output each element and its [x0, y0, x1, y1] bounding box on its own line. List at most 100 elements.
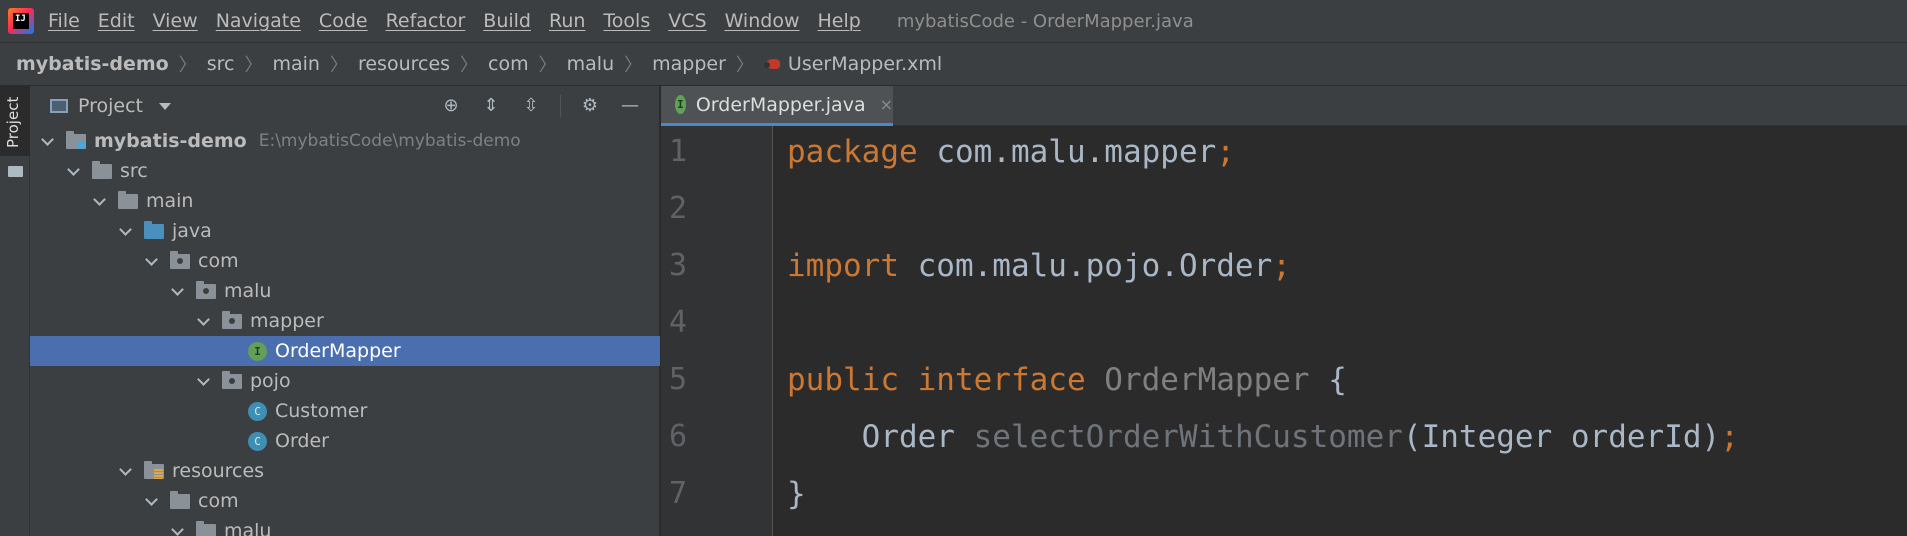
menu-file[interactable]: File — [48, 10, 80, 32]
method-params: (Integer orderId) — [1402, 419, 1721, 455]
locate-file-icon[interactable]: ⊕ — [440, 95, 462, 117]
expand-all-icon[interactable]: ⇕ — [480, 95, 502, 117]
close-icon[interactable]: × — [880, 95, 893, 114]
editor-tab-bar: I OrderMapper.java × — [661, 86, 1907, 126]
menu-run[interactable]: Run — [549, 10, 585, 32]
keyword: import — [787, 248, 899, 284]
tree-item-path: E:\mybatisCode\mybatis-demo — [258, 131, 521, 151]
interface-icon: I — [675, 95, 686, 114]
tree-item-label: Order — [275, 430, 329, 452]
chevron-down-icon[interactable] — [40, 134, 54, 148]
tree-item-label: resources — [172, 460, 265, 482]
toolbar-divider — [560, 95, 561, 117]
keyword: package — [787, 134, 918, 170]
chevron-down-icon[interactable] — [92, 194, 106, 208]
tree-item-res-malu[interactable]: malu — [30, 516, 660, 536]
window-title: mybatisCode - OrderMapper.java — [896, 10, 1194, 32]
folder-icon — [196, 520, 216, 536]
menu-refactor[interactable]: Refactor — [386, 10, 466, 32]
mybatis-xml-icon — [763, 56, 782, 72]
package-icon — [170, 250, 190, 269]
project-panel: Project ⊕ ⇕ ⇳ ⚙ — mybatis-demo E:\mybati… — [30, 86, 660, 536]
project-view-icon — [50, 99, 68, 113]
dropdown-caret-icon[interactable] — [159, 102, 172, 110]
code-line-1[interactable]: package com.malu.mapper; — [787, 134, 1235, 170]
brace: { — [1309, 362, 1347, 398]
line-number: 5 — [669, 362, 688, 397]
tree-item-java[interactable]: java — [30, 216, 660, 246]
tree-item-src[interactable]: src — [30, 156, 660, 186]
tree-item-ordermapper[interactable]: I OrderMapper — [30, 336, 660, 366]
class-icon: C — [248, 401, 267, 421]
breadcrumb-mapper[interactable]: mapper — [652, 53, 726, 75]
tree-item-label: malu — [224, 280, 272, 302]
code-line-7[interactable]: } — [787, 476, 806, 512]
chevron-down-icon[interactable] — [144, 494, 158, 508]
breadcrumb-file[interactable]: UserMapper.xml — [763, 53, 943, 75]
breadcrumb-src[interactable]: src — [207, 53, 235, 75]
chevron-down-icon[interactable] — [196, 314, 210, 328]
chevron-right-icon: 〉 — [735, 55, 754, 76]
menu-build[interactable]: Build — [483, 10, 531, 32]
menu-tools[interactable]: Tools — [603, 10, 650, 32]
project-tool-tab[interactable]: Project — [0, 86, 30, 177]
tree-item-malu[interactable]: malu — [30, 276, 660, 306]
tab-label: OrderMapper.java — [695, 93, 866, 116]
chevron-down-icon[interactable] — [118, 464, 132, 478]
project-panel-title[interactable]: Project — [78, 95, 143, 117]
breadcrumb-project[interactable]: mybatis-demo — [16, 53, 169, 75]
chevron-down-icon[interactable] — [170, 524, 184, 536]
menu-edit[interactable]: Edit — [98, 10, 135, 32]
hide-panel-icon[interactable]: — — [619, 95, 641, 117]
breadcrumb-file-label: UserMapper.xml — [787, 53, 943, 75]
tree-item-com[interactable]: com — [30, 246, 660, 276]
menu-help[interactable]: Help — [817, 10, 860, 32]
code-editor: I OrderMapper.java × 1 2 3 4 5 6 7 packa… — [661, 86, 1907, 536]
tree-item-pojo[interactable]: pojo — [30, 366, 660, 396]
code-line-5[interactable]: public interface OrderMapper { — [787, 362, 1347, 398]
collapse-all-icon[interactable]: ⇳ — [520, 95, 542, 117]
menu-view[interactable]: View — [153, 10, 198, 32]
chevron-right-icon: 〉 — [538, 55, 557, 76]
tree-item-resources[interactable]: resources — [30, 456, 660, 486]
intellij-logo-icon: IJ — [8, 8, 34, 34]
tree-item-customer[interactable]: C Customer — [30, 396, 660, 426]
tree-item-label: mybatis-demo — [94, 130, 247, 152]
tree-item-module[interactable]: mybatis-demo E:\mybatisCode\mybatis-demo — [30, 126, 660, 156]
breadcrumb-com[interactable]: com — [488, 53, 529, 75]
tab-ordermapper-java[interactable]: I OrderMapper.java × — [661, 86, 893, 126]
code-line-3[interactable]: import com.malu.pojo.Order; — [787, 248, 1291, 284]
tree-item-label: main — [146, 190, 194, 212]
chevron-down-icon[interactable] — [196, 374, 210, 388]
menu-code[interactable]: Code — [319, 10, 368, 32]
line-number: 4 — [669, 305, 688, 340]
chevron-down-icon[interactable] — [118, 224, 132, 238]
chevron-down-icon[interactable] — [66, 164, 80, 178]
code-line-6[interactable]: Order selectOrderWithCustomer(Integer or… — [787, 419, 1739, 455]
menu-window[interactable]: Window — [725, 10, 800, 32]
line-number-gutter: 1 2 3 4 5 6 7 — [661, 126, 773, 536]
menu-navigate[interactable]: Navigate — [216, 10, 301, 32]
breadcrumb-main[interactable]: main — [272, 53, 319, 75]
line-number: 7 — [669, 476, 688, 511]
line-number: 1 — [669, 134, 688, 169]
chevron-down-icon[interactable] — [144, 254, 158, 268]
method-name: selectOrderWithCustomer — [954, 419, 1403, 455]
breadcrumb-resources[interactable]: resources — [358, 53, 450, 75]
logo-text: IJ — [15, 14, 26, 24]
folder-icon — [8, 166, 23, 177]
tree-item-label: Customer — [275, 400, 368, 422]
tree-item-label: mapper — [250, 310, 324, 332]
gear-icon[interactable]: ⚙ — [579, 95, 601, 117]
chevron-down-icon[interactable] — [170, 284, 184, 298]
chevron-right-icon: 〉 — [178, 55, 197, 76]
breadcrumb-malu[interactable]: malu — [567, 53, 614, 75]
tree-item-main[interactable]: main — [30, 186, 660, 216]
code-text: com.malu.mapper — [917, 134, 1217, 170]
source-folder-icon — [144, 220, 164, 239]
tree-item-mapper[interactable]: mapper — [30, 306, 660, 336]
menu-vcs[interactable]: VCS — [668, 10, 706, 32]
tree-item-order[interactable]: C Order — [30, 426, 660, 456]
semicolon: ; — [1272, 248, 1291, 284]
tree-item-res-com[interactable]: com — [30, 486, 660, 516]
